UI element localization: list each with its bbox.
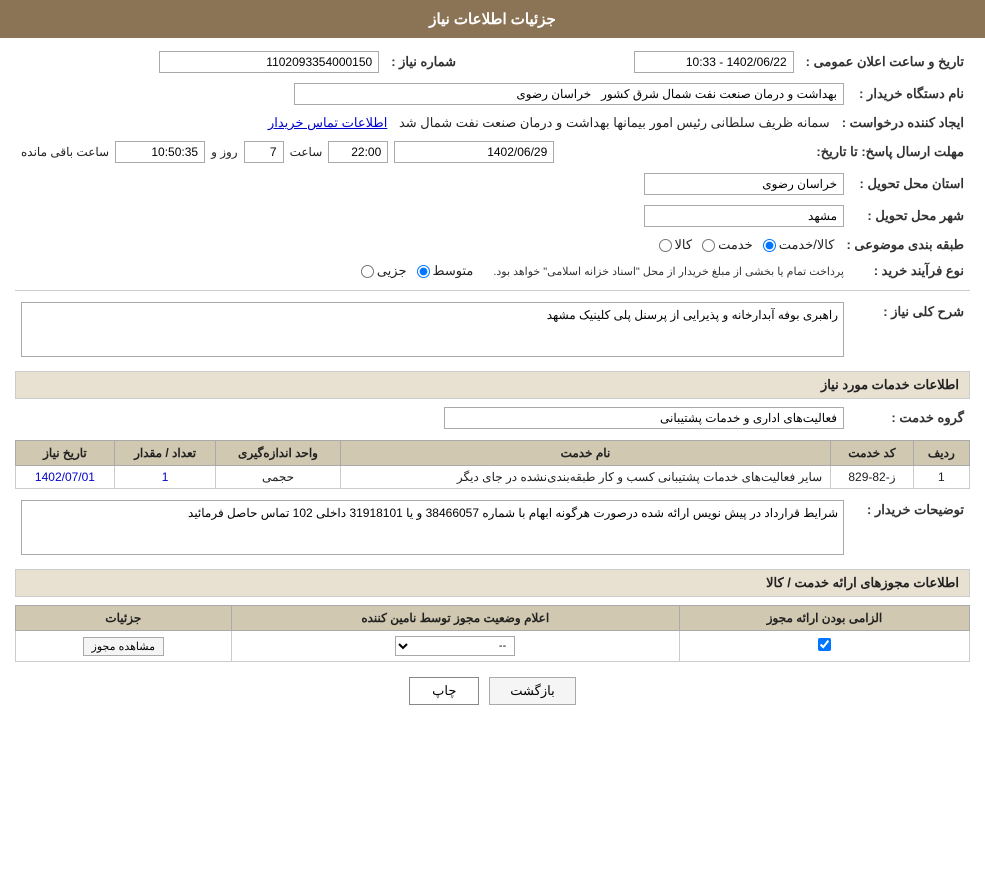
col-header-name: نام خدمت — [340, 441, 831, 466]
service-group-input[interactable] — [444, 407, 844, 429]
table-row: 1 ز-82-829 سایر فعالیت‌های خدمات پشتیبان… — [16, 466, 970, 489]
buyer-org-input[interactable] — [294, 83, 844, 105]
creator-label: ایجاد کننده درخواست : — [836, 112, 970, 134]
province-input[interactable] — [644, 173, 844, 195]
category-option-3[interactable]: کالا/خدمت — [763, 237, 835, 253]
col-header-row: ردیف — [913, 441, 969, 466]
category-option-2[interactable]: خدمت — [702, 237, 753, 253]
creator-value: سمانه ظریف سلطانی رئیس امور بیمانها بهدا… — [399, 115, 830, 130]
print-button[interactable]: چاپ — [409, 677, 479, 705]
license-col-details: جزئیات — [16, 606, 232, 631]
announce-date-label: تاریخ و ساعت اعلان عمومی : — [800, 48, 970, 76]
desc-textarea[interactable] — [21, 302, 844, 357]
license-col-required: الزامی بودن ارائه مجوز — [679, 606, 969, 631]
purchase-note: پرداخت تمام یا بخشی از مبلغ خریدار از مح… — [493, 265, 844, 278]
buyer-notes-label: توضیحات خریدار : — [850, 497, 970, 561]
city-label: شهر محل تحویل : — [850, 202, 970, 230]
license-status-select[interactable]: --دارمندارم — [395, 636, 515, 656]
list-item: --دارمندارم مشاهده مجوز — [16, 631, 970, 662]
deadline-label: مهلت ارسال پاسخ: تا تاریخ: — [810, 138, 970, 166]
col-header-date: تاریخ نیاز — [16, 441, 115, 466]
days-label: روز و — [211, 145, 238, 159]
days-input[interactable] — [244, 141, 284, 163]
desc-label: شرح کلی نیاز : — [850, 299, 970, 363]
col-header-qty: تعداد / مقدار — [114, 441, 215, 466]
time-label: ساعت — [290, 145, 323, 159]
city-input[interactable] — [644, 205, 844, 227]
service-group-label: گروه خدمت : — [850, 404, 970, 432]
announce-date-input[interactable] — [634, 51, 794, 73]
category-label: طبقه بندی موضوعی : — [840, 234, 970, 256]
category-option-1[interactable]: کالا — [659, 237, 693, 253]
view-license-button[interactable]: مشاهده مجوز — [83, 637, 164, 656]
buyer-org-label: نام دستگاه خریدار : — [850, 80, 970, 108]
remain-time-label: ساعت باقی مانده — [21, 145, 109, 159]
license-col-status: اعلام وضعیت مجوز توسط نامین کننده — [231, 606, 679, 631]
buyer-notes-textarea[interactable] — [21, 500, 844, 555]
footer-buttons: بازگشت چاپ — [15, 677, 970, 705]
col-header-unit: واحد اندازه‌گیری — [216, 441, 340, 466]
need-number-input[interactable] — [159, 51, 379, 73]
remain-time-input[interactable] — [115, 141, 205, 163]
purchase-option-1[interactable]: جزیی — [361, 263, 407, 279]
col-header-code: کد خدمت — [831, 441, 913, 466]
contact-link[interactable]: اطلاعات تماس خریدار — [268, 115, 387, 130]
province-label: استان محل تحویل : — [850, 170, 970, 198]
license-section-title: اطلاعات مجوزهای ارائه خدمت / کالا — [15, 569, 970, 597]
services-section-title: اطلاعات خدمات مورد نیاز — [15, 371, 970, 399]
page-header: جزئیات اطلاعات نیاز — [0, 0, 985, 38]
purchase-option-2[interactable]: متوسط — [417, 263, 474, 279]
purchase-type-label: نوع فرآیند خرید : — [850, 260, 970, 282]
deadline-date-input[interactable] — [394, 141, 554, 163]
license-required-checkbox[interactable] — [818, 638, 831, 651]
need-number-label: شماره نیاز : — [385, 48, 465, 76]
deadline-time-input[interactable] — [328, 141, 388, 163]
page-title: جزئیات اطلاعات نیاز — [429, 11, 556, 28]
back-button[interactable]: بازگشت — [489, 677, 575, 705]
